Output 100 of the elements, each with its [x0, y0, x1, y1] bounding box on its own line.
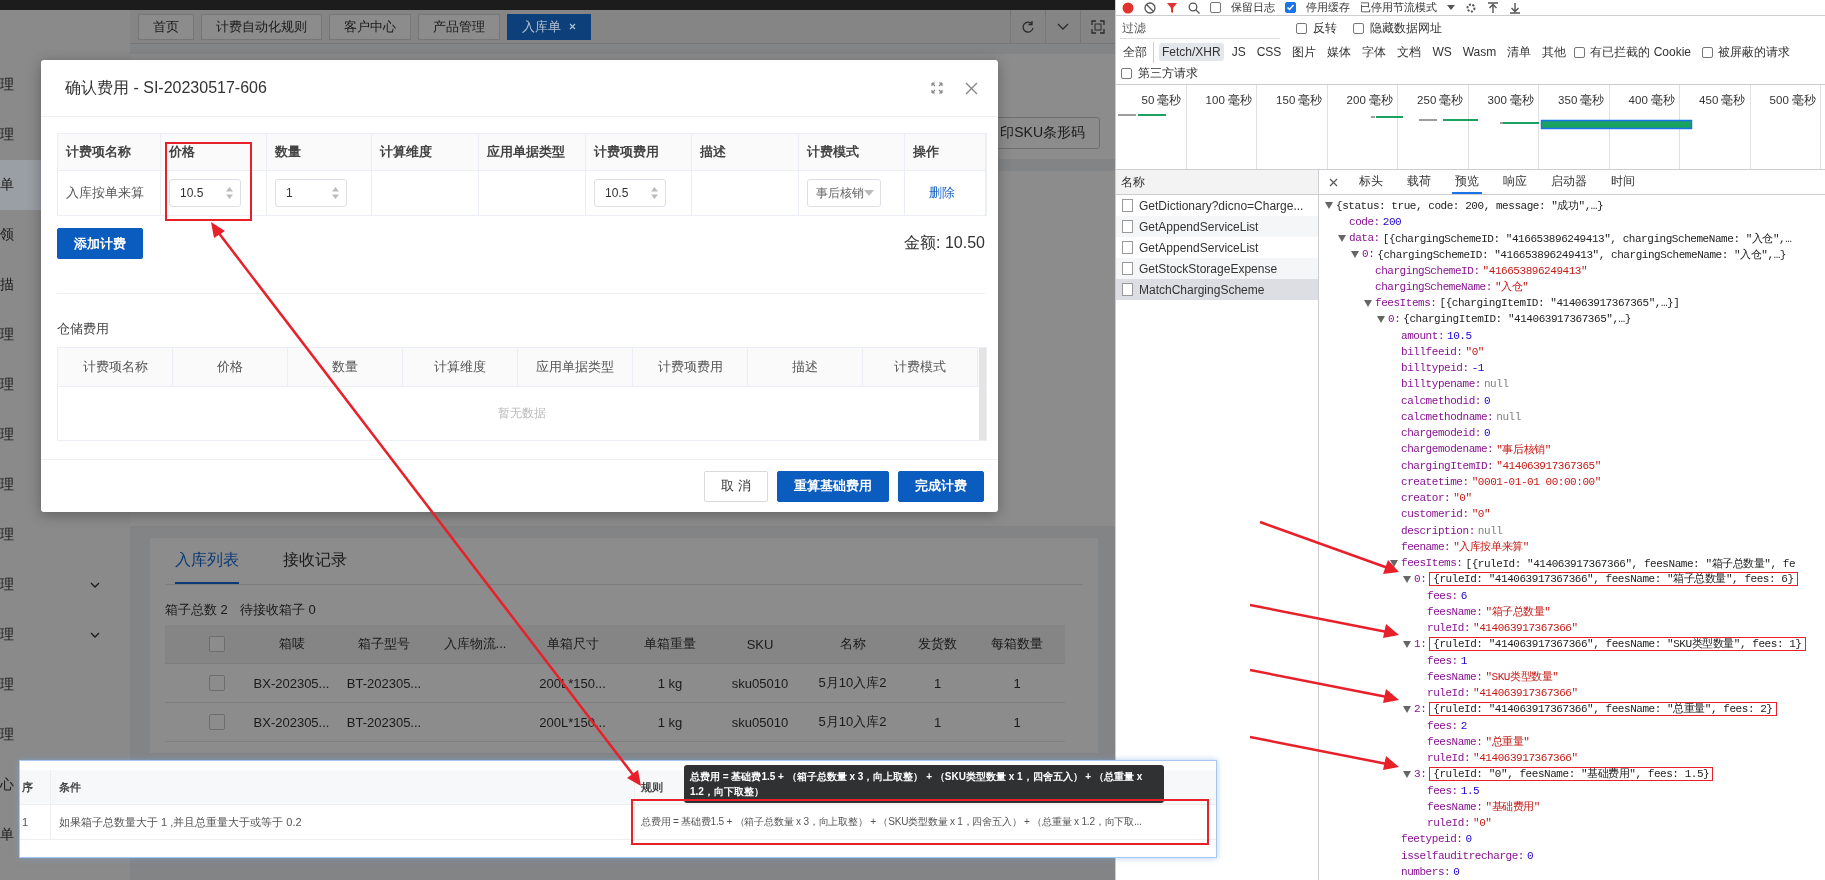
upload-icon[interactable]: [1487, 1, 1499, 14]
json-key: fees:: [1427, 589, 1458, 602]
request-row[interactable]: GetAppendServiceList: [1116, 237, 1318, 259]
type-filter[interactable]: 其他: [1539, 41, 1570, 63]
column-header: 箱唛: [277, 635, 306, 653]
expand-triangle-icon[interactable]: [1325, 202, 1333, 210]
page-tab[interactable]: 入库单: [507, 13, 591, 40]
checkbox[interactable]: [209, 714, 225, 730]
record-icon[interactable]: [1122, 1, 1134, 14]
time-tick: 450 毫秒: [1699, 93, 1746, 109]
json-key: numbers:: [1401, 865, 1451, 878]
json-key: feesName:: [1427, 605, 1483, 618]
list-tab[interactable]: 接收记录: [283, 538, 347, 584]
table-cell: sku05010: [731, 675, 789, 691]
number-field[interactable]: 10.5: [594, 179, 666, 207]
detail-tab[interactable]: 载荷: [1404, 170, 1434, 195]
type-filter[interactable]: 清单: [1504, 41, 1535, 63]
checkbox[interactable]: [1121, 68, 1132, 80]
page-tab[interactable]: 首页: [138, 13, 194, 40]
column-header: 价格: [173, 348, 288, 386]
request-row[interactable]: GetStockStorageExpense: [1116, 258, 1318, 280]
json-value: "入仓": [1494, 280, 1529, 295]
select-field[interactable]: 事后核销: [807, 179, 881, 207]
settings-icon[interactable]: [1465, 1, 1477, 14]
type-filter[interactable]: Wasm: [1459, 43, 1500, 62]
type-filter[interactable]: Fetch/XHR: [1159, 43, 1224, 62]
sidebar-item[interactable]: 理: [0, 710, 130, 760]
checkbox[interactable]: [1296, 23, 1307, 35]
table-cell: 1 kg: [657, 675, 683, 691]
add-fee-button[interactable]: 添加计费: [57, 228, 143, 259]
expand-triangle-icon[interactable]: [1403, 705, 1411, 713]
throttle-select[interactable]: 已停用节流模式: [1360, 0, 1437, 15]
json-value: "416653896249413": [1482, 264, 1588, 277]
detail-tab[interactable]: 响应: [1500, 170, 1530, 195]
dialog-button[interactable]: 重算基础费用: [777, 470, 889, 502]
column-header: 单箱重量: [643, 635, 697, 653]
checkbox-label: 第三方请求: [1138, 65, 1198, 83]
time-tick: 150 毫秒: [1276, 93, 1323, 109]
request-row[interactable]: MatchChargingScheme: [1116, 279, 1318, 301]
checkbox[interactable]: [1285, 2, 1296, 13]
number-field[interactable]: 10.5: [169, 179, 241, 207]
type-filter[interactable]: 全部: [1120, 41, 1154, 63]
clear-icon[interactable]: [1144, 1, 1156, 14]
expand-icon[interactable]: [931, 82, 943, 94]
checkbox[interactable]: [1574, 46, 1586, 58]
json-value: 1: [1460, 654, 1467, 667]
json-key: chargingSchemeID:: [1375, 264, 1480, 277]
sidebar-item[interactable]: 理: [0, 660, 130, 710]
download-icon[interactable]: [1509, 1, 1521, 14]
checkbox[interactable]: [1210, 2, 1221, 13]
type-filter[interactable]: WS: [1429, 43, 1455, 62]
json-key: chargingSchemeName:: [1375, 280, 1492, 293]
detail-tab[interactable]: 预览: [1452, 170, 1482, 195]
json-key: billtypeid:: [1401, 362, 1469, 375]
dialog-button[interactable]: 完成计费: [898, 470, 984, 502]
type-filter[interactable]: 媒体: [1324, 41, 1355, 63]
type-filter[interactable]: 字体: [1359, 41, 1390, 63]
request-row[interactable]: GetDictionary?dicno=Charge...: [1116, 195, 1318, 217]
time-tick: 100 毫秒: [1205, 93, 1252, 109]
page-tab[interactable]: 计费自动化规则: [201, 13, 322, 40]
json-value: 2: [1460, 719, 1467, 732]
sidebar-item[interactable]: 理: [0, 510, 130, 560]
type-filter[interactable]: CSS: [1253, 43, 1285, 62]
dialog-button[interactable]: 取 消: [704, 470, 768, 502]
detail-tab[interactable]: 启动器: [1548, 170, 1590, 195]
delete-link[interactable]: 删除: [929, 184, 955, 202]
expand-triangle-icon[interactable]: [1364, 299, 1372, 307]
page-tab[interactable]: 客户中心: [329, 13, 411, 40]
sidebar-item[interactable]: 理: [0, 610, 130, 660]
expand-triangle-icon[interactable]: [1390, 559, 1398, 567]
json-key: description:: [1401, 524, 1475, 537]
close-icon[interactable]: [965, 81, 978, 95]
detail-tab[interactable]: 时间: [1608, 170, 1638, 195]
expand-triangle-icon[interactable]: [1351, 250, 1359, 258]
json-key: ruleId:: [1427, 622, 1471, 635]
page-tab[interactable]: 产品管理: [418, 13, 500, 40]
scrollbar[interactable]: [979, 348, 986, 440]
expand-triangle-icon[interactable]: [1403, 575, 1411, 583]
checkbox[interactable]: [209, 675, 225, 691]
type-filter[interactable]: 文档: [1394, 41, 1425, 63]
checkbox[interactable]: [1353, 23, 1364, 35]
request-row[interactable]: GetAppendServiceList: [1116, 216, 1318, 238]
checkbox[interactable]: [1702, 46, 1713, 58]
number-field[interactable]: 1: [275, 179, 347, 207]
column-header: SKU: [745, 635, 775, 654]
filter-icon[interactable]: [1166, 1, 1178, 14]
close-icon[interactable]: [1329, 178, 1338, 187]
sidebar-item[interactable]: 理: [0, 560, 130, 610]
expand-triangle-icon[interactable]: [1338, 234, 1346, 242]
close-icon[interactable]: [569, 23, 576, 30]
type-filter[interactable]: 图片: [1289, 41, 1320, 63]
json-value: "0": [1473, 817, 1492, 830]
expand-triangle-icon[interactable]: [1403, 770, 1411, 778]
caret-icon[interactable]: [1447, 5, 1455, 10]
checkbox[interactable]: [209, 636, 225, 652]
expand-triangle-icon[interactable]: [1377, 315, 1385, 323]
expand-triangle-icon[interactable]: [1403, 640, 1411, 648]
detail-tab[interactable]: 标头: [1356, 170, 1386, 195]
type-filter[interactable]: JS: [1228, 43, 1249, 62]
search-icon[interactable]: [1188, 1, 1200, 14]
